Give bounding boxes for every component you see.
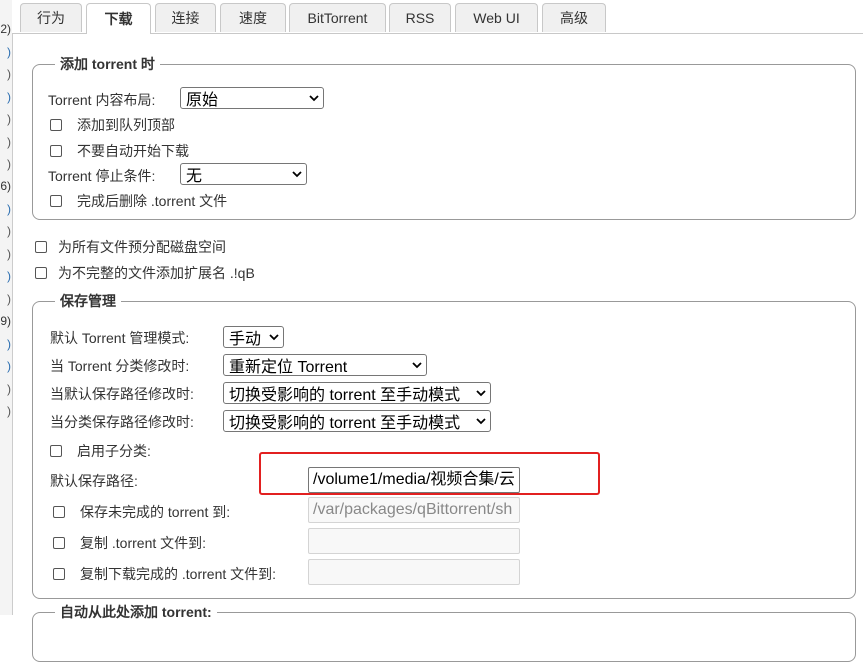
- chevron-down-icon: [412, 362, 422, 369]
- default-path-changed-label: 当默认保存路径修改时:: [50, 386, 194, 402]
- mgmt-mode-label: 默认 Torrent 管理模式:: [50, 330, 190, 346]
- strip-fragment: ): [7, 135, 11, 149]
- strip-fragment: ): [7, 404, 11, 418]
- downloads-settings-panel: 添加 torrent 时 Torrent 内容布局: 原始 添加到队列顶部 不要…: [12, 34, 863, 662]
- stop-condition-value: 无: [186, 168, 203, 185]
- tab-bittorrent[interactable]: BitTorrent: [289, 3, 386, 32]
- strip-fragment: ): [7, 247, 11, 261]
- chevron-down-icon: [476, 390, 486, 397]
- strip-fragment: ): [7, 224, 11, 238]
- strip-fragment: ): [7, 382, 11, 396]
- strip-fragment: 9): [0, 314, 11, 328]
- options-tab-bar: 行为 下载 连接 速度 BitTorrent RSS Web UI 高级: [12, 0, 863, 34]
- tab-advanced[interactable]: 高级: [542, 3, 606, 32]
- add-to-top-checkbox[interactable]: [50, 119, 62, 131]
- subcategories-label: 启用子分类:: [77, 443, 151, 459]
- preallocate-checkbox[interactable]: [35, 241, 47, 253]
- default-path-changed-select[interactable]: 切换受影响的 torrent 至手动模式: [223, 382, 491, 404]
- copy-finished-label: 复制下载完成的 .torrent 文件到:: [80, 566, 277, 582]
- chevron-down-icon: [476, 418, 486, 425]
- incomplete-label: 保存未完成的 torrent 到:: [80, 504, 231, 520]
- copy-finished-option[interactable]: 复制下载完成的 .torrent 文件到:: [53, 564, 276, 584]
- strip-fragment: ): [7, 90, 11, 104]
- copy-torrent-checkbox[interactable]: [53, 537, 65, 549]
- copy-torrent-option[interactable]: 复制 .torrent 文件到:: [53, 533, 206, 553]
- dont-start-label: 不要自动开始下载: [77, 143, 189, 159]
- content-layout-value: 原始: [186, 92, 219, 109]
- copy-torrent-input[interactable]: [308, 528, 520, 554]
- append-ext-option[interactable]: 为不完整的文件添加扩展名 .!qB: [35, 263, 255, 283]
- copy-finished-checkbox[interactable]: [53, 568, 65, 580]
- delete-torrent-label: 完成后删除 .torrent 文件: [77, 193, 228, 209]
- strip-fragment: ): [7, 359, 11, 373]
- strip-fragment: ): [7, 269, 11, 283]
- delete-torrent-checkbox[interactable]: [50, 195, 62, 207]
- strip-fragment: ): [7, 292, 11, 306]
- stop-condition-select[interactable]: 无: [180, 163, 307, 185]
- subcategories-option[interactable]: 启用子分类:: [50, 441, 151, 461]
- stop-condition-label: Torrent 停止条件:: [48, 168, 156, 184]
- chevron-down-icon: [309, 95, 319, 102]
- preallocate-option[interactable]: 为所有文件预分配磁盘空间: [35, 237, 226, 257]
- mgmt-mode-select[interactable]: 手动: [223, 326, 284, 348]
- incomplete-path-input[interactable]: /var/packages/qBittorrent/sh: [308, 497, 520, 523]
- add-to-top-label: 添加到队列顶部: [77, 117, 175, 133]
- preallocate-label: 为所有文件预分配磁盘空间: [58, 239, 226, 255]
- category-changed-label: 当 Torrent 分类修改时:: [50, 358, 190, 374]
- content-layout-label: Torrent 内容布局:: [48, 92, 156, 108]
- tab-behavior[interactable]: 行为: [20, 3, 82, 32]
- append-ext-label: 为不完整的文件添加扩展名 .!qB: [58, 265, 255, 281]
- annotation-highlight-box: [259, 452, 600, 495]
- strip-fragment: ): [7, 112, 11, 126]
- category-changed-value: 重新定位 Torrent: [229, 359, 348, 376]
- tab-webui[interactable]: Web UI: [455, 3, 538, 32]
- tab-speed[interactable]: 速度: [220, 3, 286, 32]
- strip-fragment: ): [7, 202, 11, 216]
- copy-torrent-label: 复制 .torrent 文件到:: [80, 535, 207, 551]
- content-layout-select[interactable]: 原始: [180, 87, 324, 109]
- save-management-legend: 保存管理: [60, 293, 116, 309]
- tab-connection[interactable]: 连接: [155, 3, 216, 32]
- strip-fragment: ): [7, 337, 11, 351]
- dont-start-checkbox[interactable]: [50, 145, 62, 157]
- strip-fragment: ): [7, 67, 11, 81]
- chevron-down-icon: [292, 171, 302, 178]
- strip-fragment: 6): [0, 179, 11, 193]
- category-path-changed-select[interactable]: 切换受影响的 torrent 至手动模式: [223, 410, 491, 432]
- auto-add-fieldset: 自动从此处添加 torrent:: [32, 602, 856, 662]
- dont-start-option[interactable]: 不要自动开始下载: [50, 141, 189, 161]
- default-save-path-label: 默认保存路径:: [50, 473, 138, 489]
- tab-rss[interactable]: RSS: [389, 3, 451, 32]
- incomplete-checkbox[interactable]: [53, 506, 65, 518]
- subcategories-checkbox[interactable]: [50, 445, 62, 457]
- delete-torrent-option[interactable]: 完成后删除 .torrent 文件: [50, 191, 227, 211]
- append-ext-checkbox[interactable]: [35, 267, 47, 279]
- strip-fragment: ): [7, 157, 11, 171]
- add-torrent-legend: 添加 torrent 时: [60, 56, 155, 72]
- strip-fragment: ): [7, 45, 11, 59]
- category-changed-select[interactable]: 重新定位 Torrent: [223, 354, 427, 376]
- category-path-changed-value: 切换受影响的 torrent 至手动模式: [229, 415, 461, 432]
- category-path-changed-label: 当分类保存路径修改时:: [50, 414, 194, 430]
- tab-downloads[interactable]: 下载: [86, 3, 151, 34]
- add-to-top-option[interactable]: 添加到队列顶部: [50, 115, 175, 135]
- auto-add-legend: 自动从此处添加 torrent:: [60, 604, 212, 620]
- mgmt-mode-value: 手动: [229, 331, 262, 348]
- default-path-changed-value: 切换受影响的 torrent 至手动模式: [229, 387, 461, 404]
- incomplete-option[interactable]: 保存未完成的 torrent 到:: [53, 502, 230, 522]
- copy-finished-input[interactable]: [308, 559, 520, 585]
- strip-fragment: 2): [0, 22, 11, 36]
- chevron-down-icon: [269, 334, 279, 341]
